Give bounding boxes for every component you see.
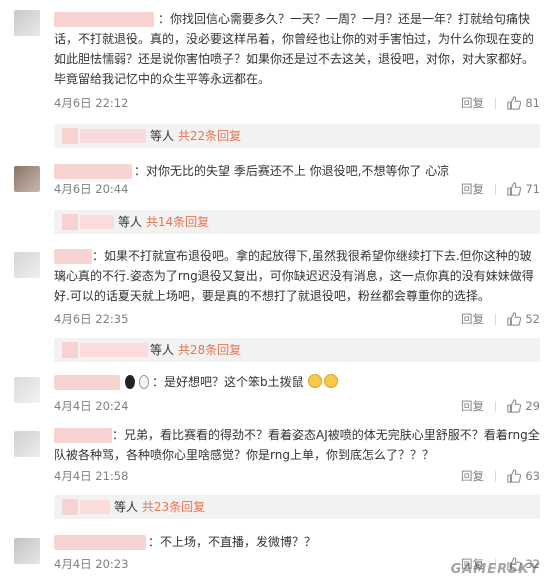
comment-meta: 4月4日 20:24 回复 29 — [54, 396, 540, 416]
sub-username — [80, 215, 114, 229]
comment-date: 4月4日 20:24 — [54, 399, 129, 413]
avatar[interactable] — [14, 377, 40, 403]
reply-button[interactable]: 回复 — [461, 179, 484, 199]
avatar[interactable] — [14, 431, 40, 457]
watermark: GAMERSKY — [450, 562, 540, 577]
comment-date: 4月6日 22:35 — [54, 312, 129, 326]
reply-button[interactable]: 回复 — [461, 309, 484, 329]
like-button[interactable]: 29 — [507, 396, 540, 416]
comment-text: ：不上场，不直播，发微博？？ — [148, 535, 317, 549]
divider — [495, 98, 496, 109]
view-replies-link[interactable]: 共22条回复 — [178, 129, 241, 143]
like-button[interactable]: 63 — [507, 466, 540, 486]
sub-avatar — [62, 214, 78, 230]
sub-reply-suffix: 等人 — [150, 343, 175, 357]
sub-username — [80, 343, 148, 357]
sub-username — [80, 129, 146, 143]
like-count: 29 — [525, 399, 540, 413]
thumbs-up-icon — [507, 469, 522, 483]
view-replies-link[interactable]: 共23条回复 — [142, 500, 205, 514]
comment-text-content: ：是好想吧？这个笨b土拨鼠 — [152, 375, 304, 389]
comment-text: ：是好想吧？这个笨b土拨鼠 — [54, 372, 540, 392]
sub-reply-suffix: 等人 — [150, 129, 175, 143]
sub-avatar — [62, 128, 78, 144]
like-count: 63 — [525, 469, 540, 483]
face-emoji — [308, 374, 323, 388]
comment-date: 4月6日 20:44 — [54, 182, 129, 196]
comment-meta: 4月6日 22:35 回复 52 — [54, 309, 540, 329]
like-button[interactable]: 52 — [507, 309, 540, 329]
sub-replies[interactable]: 等人 共22条回复 — [54, 124, 540, 148]
divider — [495, 401, 496, 412]
thumbs-up-icon — [507, 96, 522, 110]
avatar[interactable] — [14, 252, 40, 278]
avatar[interactable] — [14, 10, 40, 36]
comment-text: ：对你无比的失望 季后赛还不上 你退役吧,不想等你了 心凉 — [134, 164, 450, 178]
avatar[interactable] — [14, 538, 40, 564]
like-button[interactable]: 71 — [507, 179, 540, 199]
sub-reply-suffix: 等人 — [114, 500, 139, 514]
sub-username — [80, 500, 110, 514]
comment-text: ：兄弟，看比赛看的得劲不？看着姿态AJ被喷的体无完肤心里舒服不？看着rng全队被… — [54, 428, 540, 462]
comment-meta: 4月6日 20:44 回复 71 — [54, 179, 540, 199]
divider — [495, 314, 496, 325]
like-count: 81 — [525, 96, 540, 110]
sub-avatar — [62, 499, 78, 515]
reply-button[interactable]: 回复 — [461, 396, 484, 416]
face-emoji — [324, 374, 339, 388]
sub-reply-suffix: 等人 — [118, 215, 143, 229]
comment-text: ：你找回信心需要多久？一天？一周？一月？还是一年？打就给句痛快话，不打就退役。真… — [54, 12, 535, 86]
comment-date: 4月4日 21:58 — [54, 469, 129, 483]
comment-date: 4月6日 22:12 — [54, 96, 129, 110]
like-button[interactable]: 81 — [507, 93, 540, 113]
thumbs-up-icon — [507, 182, 522, 196]
reply-button[interactable]: 回复 — [461, 93, 484, 113]
sub-replies[interactable]: 等人 共28条回复 — [54, 338, 540, 362]
like-count: 71 — [525, 182, 540, 196]
avatar[interactable] — [14, 166, 40, 192]
sub-avatar — [62, 342, 78, 358]
divider — [495, 184, 496, 195]
like-count: 52 — [525, 312, 540, 326]
sub-replies[interactable]: 等人 共23条回复 — [54, 495, 540, 519]
comment-meta: 4月6日 22:12 回复 81 — [54, 93, 540, 113]
divider — [495, 471, 496, 482]
comment-meta: 4月4日 21:58 回复 63 — [54, 466, 540, 486]
reply-button[interactable]: 回复 — [461, 466, 484, 486]
sub-replies[interactable]: 等人 共14条回复 — [54, 210, 540, 234]
thumbs-up-icon — [507, 312, 522, 326]
view-replies-link[interactable]: 共28条回复 — [178, 343, 241, 357]
view-replies-link[interactable]: 共14条回复 — [146, 215, 209, 229]
comment-text: ：如果不打就宣布退役吧。拿的起放得下,虽然我很希望你继续打下去.但你这种的玻璃心… — [54, 249, 534, 303]
thumbs-up-icon — [507, 399, 522, 413]
comment-date: 4月4日 20:23 — [54, 557, 129, 571]
